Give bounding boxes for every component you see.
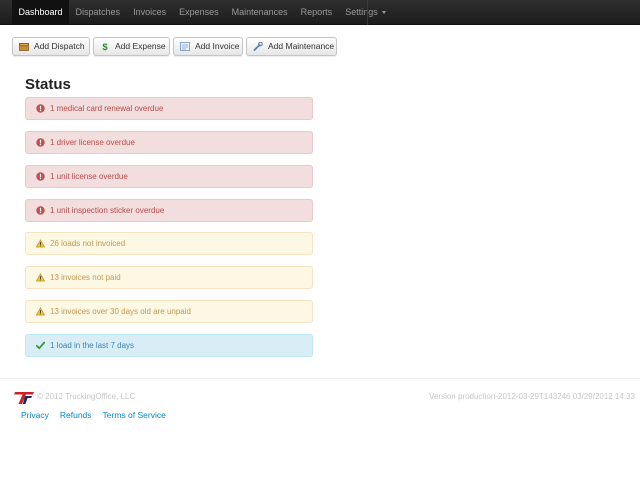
add-expense-button[interactable]: $ Add Expense: [93, 37, 170, 56]
checkmark-icon: [36, 341, 45, 350]
alert-unit-license-overdue[interactable]: 1 unit license overdue: [25, 165, 313, 188]
add-dispatch-label: Add Dispatch: [34, 41, 85, 51]
add-dispatch-button[interactable]: Add Dispatch: [12, 37, 90, 56]
warning-triangle-icon: [36, 273, 45, 282]
alert-text: 1 unit license overdue: [50, 172, 128, 181]
nav-item-dashboard[interactable]: Dashboard: [12, 0, 70, 25]
privacy-link[interactable]: Privacy: [21, 410, 49, 420]
footer-divider: [0, 378, 640, 379]
box-icon: [19, 43, 29, 51]
nav-item-label: Dispatches: [75, 7, 121, 17]
truckingoffice-logo: [14, 392, 34, 404]
add-invoice-button[interactable]: Add Invoice: [173, 37, 243, 56]
exclamation-icon: [36, 206, 45, 215]
alert-inspection-sticker-overdue[interactable]: 1 unit inspection sticker overdue: [25, 199, 313, 222]
exclamation-icon: [36, 138, 45, 147]
nav-item-label: Dashboard: [18, 7, 63, 17]
alert-text: 13 invoices over 30 days old are unpaid: [50, 307, 191, 316]
alert-text: 1 medical card renewal overdue: [50, 104, 164, 113]
wrench-icon: [253, 42, 263, 51]
add-maintenance-label: Add Maintenance: [268, 41, 335, 51]
exclamation-icon: [36, 104, 45, 113]
nav-divider: [367, 0, 368, 25]
nav-item-settings[interactable]: Settings: [339, 0, 393, 25]
caret-down-icon: [381, 11, 386, 15]
invoice-icon: [180, 42, 190, 51]
top-navbar: Dashboard Dispatches Invoices Expenses M…: [0, 0, 640, 25]
svg-text:$: $: [102, 42, 108, 51]
main-nav: Dashboard Dispatches Invoices Expenses M…: [12, 0, 392, 25]
add-invoice-label: Add Invoice: [195, 41, 240, 51]
alert-medical-card-overdue[interactable]: 1 medical card renewal overdue: [25, 97, 313, 120]
warning-triangle-icon: [36, 307, 45, 316]
nav-item-invoices[interactable]: Invoices: [127, 0, 173, 25]
nav-item-label: Reports: [300, 7, 333, 17]
copyright-text: © 2012 TruckingOffice, LLC: [37, 392, 136, 401]
nav-item-maintenances[interactable]: Maintenances: [225, 0, 294, 25]
status-heading: Status: [25, 76, 71, 93]
alert-text: 13 invoices not paid: [50, 273, 121, 282]
alert-text: 26 loads not invoiced: [50, 239, 126, 248]
refunds-link[interactable]: Refunds: [60, 410, 92, 420]
nav-item-label: Invoices: [133, 7, 167, 17]
alert-invoices-over-30-days[interactable]: 13 invoices over 30 days old are unpaid: [25, 300, 313, 323]
alert-text: 1 driver license overdue: [50, 138, 135, 147]
alert-invoices-not-paid[interactable]: 13 invoices not paid: [25, 266, 313, 289]
footer-links: Privacy Refunds Terms of Service: [21, 410, 166, 420]
nav-item-label: Expenses: [179, 7, 219, 17]
warning-triangle-icon: [36, 239, 45, 248]
terms-of-service-link[interactable]: Terms of Service: [103, 410, 166, 420]
version-text: Version production-2012-03-29T143246 03/…: [429, 392, 635, 401]
dollar-icon: $: [102, 42, 108, 51]
alert-text: 1 load in the last 7 days: [50, 341, 135, 350]
add-expense-label: Add Expense: [115, 41, 166, 51]
alert-driver-license-overdue[interactable]: 1 driver license overdue: [25, 131, 313, 154]
alert-loads-last-7-days[interactable]: 1 load in the last 7 days: [25, 334, 313, 357]
nav-item-expenses[interactable]: Expenses: [173, 0, 226, 25]
nav-item-dispatches[interactable]: Dispatches: [69, 0, 127, 25]
exclamation-icon: [36, 172, 45, 181]
nav-item-label: Settings: [345, 7, 378, 17]
nav-item-reports[interactable]: Reports: [294, 0, 339, 25]
add-maintenance-button[interactable]: Add Maintenance: [246, 37, 337, 56]
nav-item-label: Maintenances: [231, 7, 288, 17]
alert-loads-not-invoiced[interactable]: 26 loads not invoiced: [25, 232, 313, 255]
alert-text: 1 unit inspection sticker overdue: [50, 206, 165, 215]
